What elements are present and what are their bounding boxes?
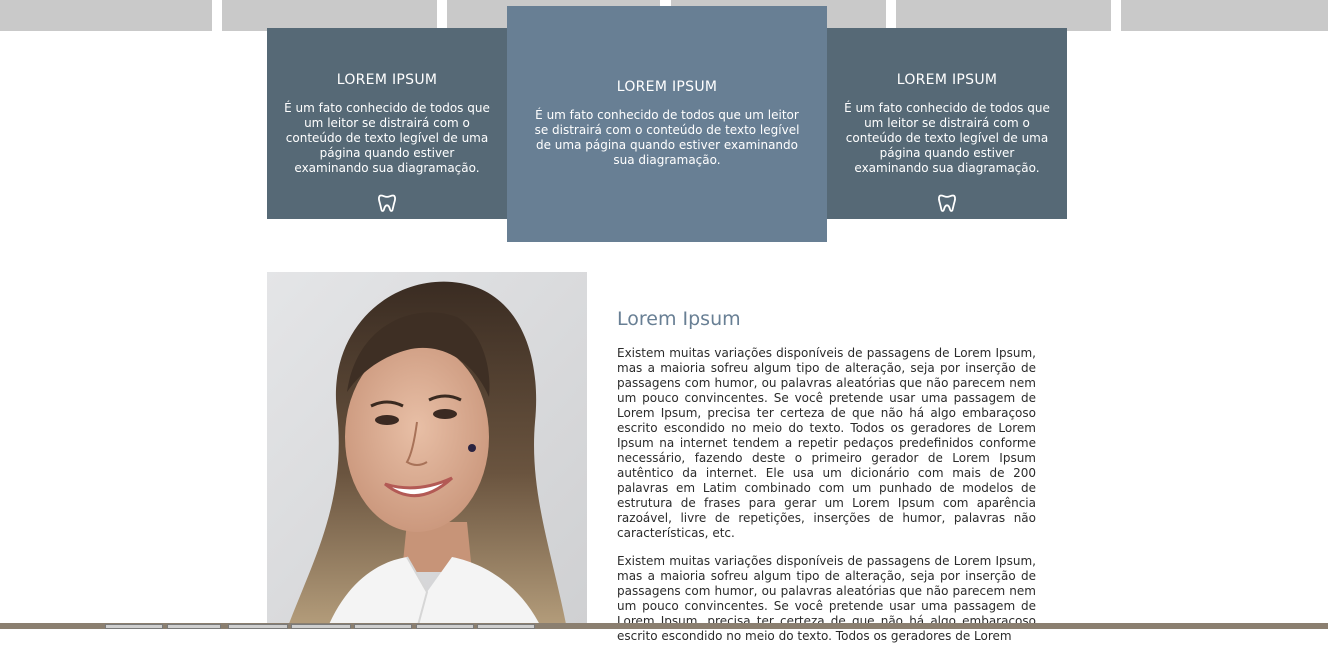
profile-photo xyxy=(267,272,587,629)
thumbnail-placeholder[interactable] xyxy=(896,0,1111,31)
about-paragraph: Existem muitas variações disponíveis de … xyxy=(617,554,1036,643)
taskbar-button[interactable] xyxy=(416,624,474,629)
feature-card-text: É um fato conhecido de todos que um leit… xyxy=(534,108,800,167)
about-paragraph: Existem muitas variações disponíveis de … xyxy=(617,346,1036,540)
taskbar-button[interactable] xyxy=(477,624,535,629)
feature-card-text: É um fato conhecido de todos que um leit… xyxy=(844,101,1050,175)
tooth-icon xyxy=(378,194,396,212)
feature-card-title: LOREM IPSUM xyxy=(336,72,438,88)
feature-card-title: LOREM IPSUM xyxy=(616,79,718,95)
taskbar-button[interactable] xyxy=(291,624,351,629)
taskbar-button[interactable] xyxy=(105,624,163,629)
feature-card-left: LOREM IPSUM É um fato conhecido de todos… xyxy=(267,28,507,219)
thumbnail-placeholder[interactable] xyxy=(222,0,437,31)
about-title: Lorem Ipsum xyxy=(617,308,741,330)
feature-card-title: LOREM IPSUM xyxy=(896,72,998,88)
about-section: Lorem Ipsum Existem muitas variações dis… xyxy=(617,308,1036,657)
taskbar-button[interactable] xyxy=(228,624,288,629)
thumbnail-placeholder[interactable] xyxy=(0,0,212,31)
feature-card-text: É um fato conhecido de todos que um leit… xyxy=(284,101,490,175)
os-taskbar xyxy=(0,623,1328,629)
taskbar-button[interactable] xyxy=(167,624,221,629)
thumbnail-placeholder[interactable] xyxy=(1121,0,1328,31)
taskbar-button[interactable] xyxy=(354,624,412,629)
feature-card-right: LOREM IPSUM É um fato conhecido de todos… xyxy=(827,28,1067,219)
feature-card-center: LOREM IPSUM É um fato conhecido de todos… xyxy=(507,6,827,242)
tooth-icon xyxy=(938,194,956,212)
portrait-illustration xyxy=(267,272,587,629)
